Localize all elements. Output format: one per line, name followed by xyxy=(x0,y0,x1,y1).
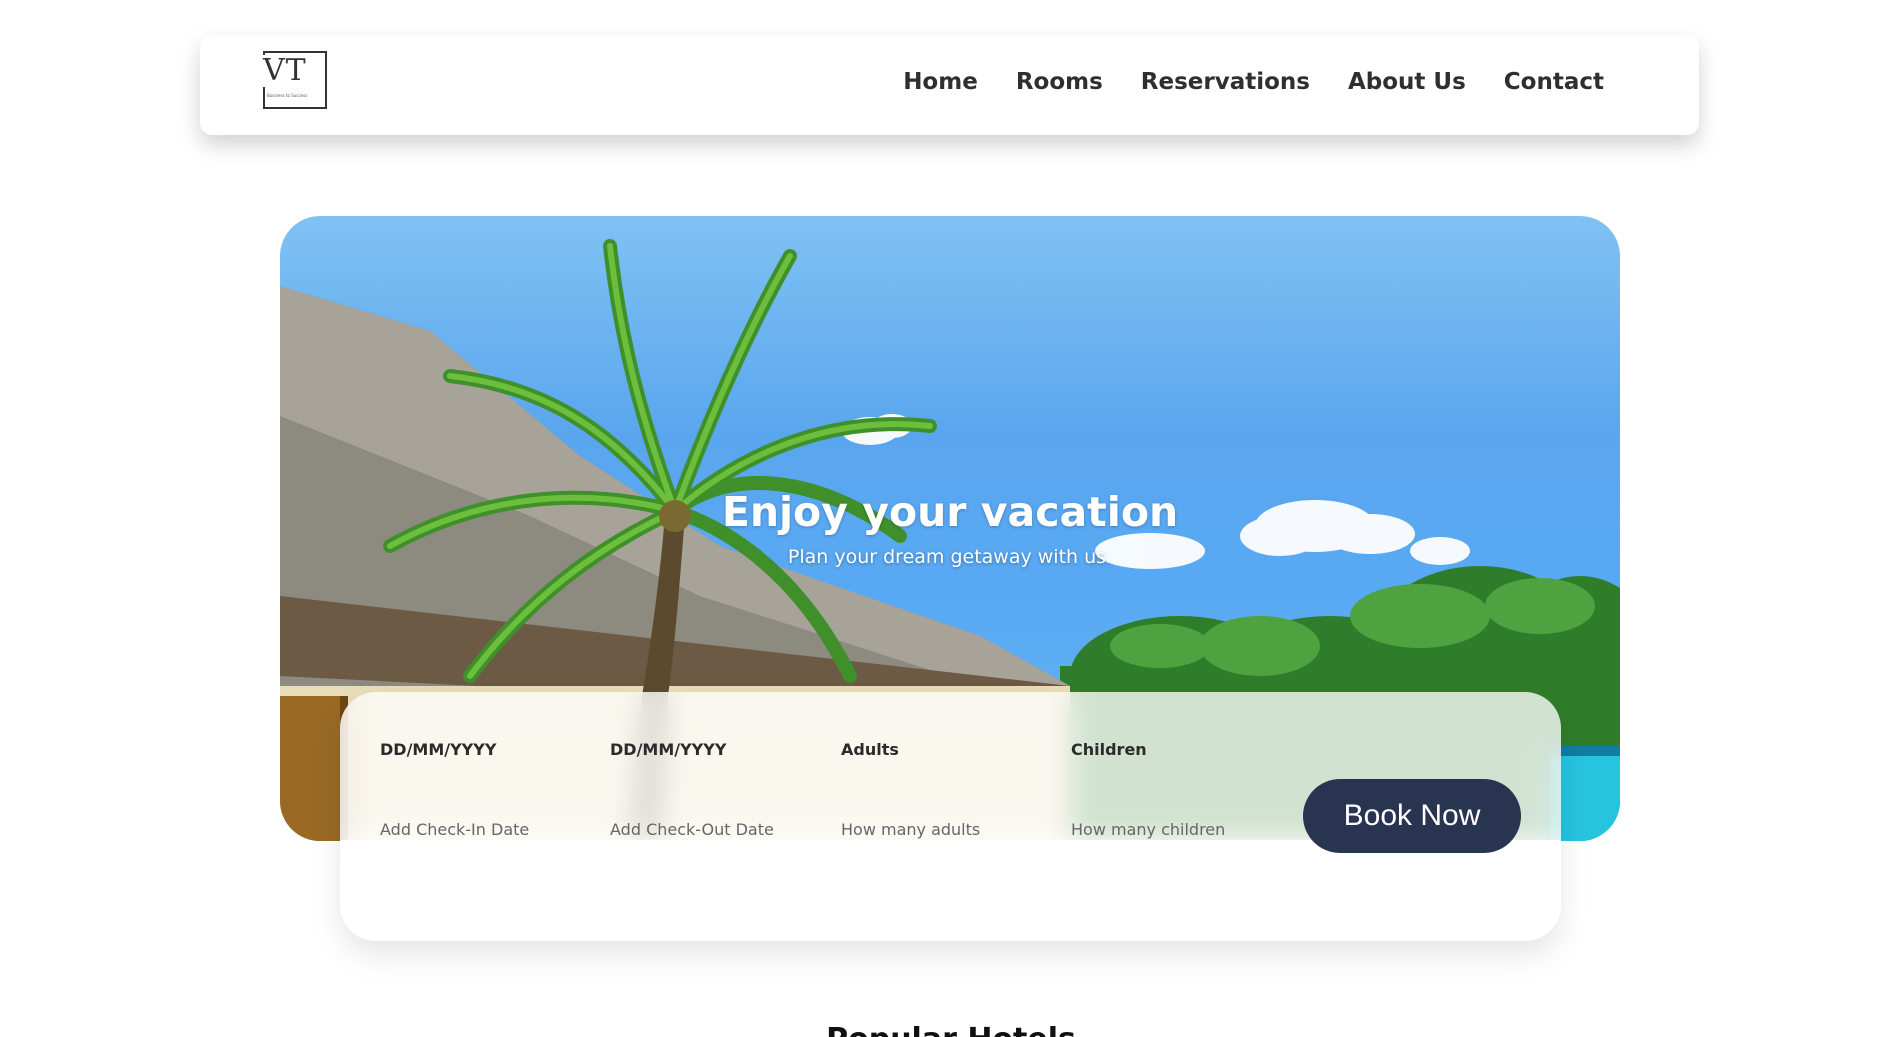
logo-tagline: Business to Success xyxy=(267,93,308,98)
nav-home-link[interactable]: Home xyxy=(903,69,978,95)
adults-field: Adults xyxy=(841,740,1061,839)
children-label: Children xyxy=(1071,740,1147,759)
adults-input[interactable] xyxy=(841,820,1041,839)
nav-reservations-link[interactable]: Reservations xyxy=(1141,69,1310,95)
main-nav: Home Rooms Reservations About Us Contact xyxy=(903,69,1604,95)
navbar: VT Business to Success Home Rooms Reserv… xyxy=(200,35,1699,135)
book-now-button[interactable]: Book Now xyxy=(1303,779,1521,853)
check-in-field: DD/MM/YYYY xyxy=(380,740,600,839)
hero-title: Enjoy your vacation xyxy=(721,488,1179,536)
logo-text: VT xyxy=(261,55,310,87)
check-in-label: DD/MM/YYYY xyxy=(380,740,497,759)
adults-label: Adults xyxy=(841,740,899,759)
children-field: Children xyxy=(1071,740,1291,839)
nav-rooms-link[interactable]: Rooms xyxy=(1016,69,1103,95)
site-logo[interactable]: VT Business to Success xyxy=(261,51,327,109)
children-input[interactable] xyxy=(1071,820,1271,839)
check-out-field: DD/MM/YYYY xyxy=(610,740,830,839)
booking-form: DD/MM/YYYY DD/MM/YYYY Adults Children Bo… xyxy=(340,692,1561,941)
page: VT Business to Success Home Rooms Reserv… xyxy=(0,0,1902,1037)
check-out-label: DD/MM/YYYY xyxy=(610,740,727,759)
nav-contact-link[interactable]: Contact xyxy=(1504,69,1604,95)
check-in-input[interactable] xyxy=(380,820,580,839)
hero-subtitle: Plan your dream getaway with us. xyxy=(787,546,1113,568)
booking-form-lower xyxy=(340,840,1561,941)
popular-hotels-title: Popular Hotels xyxy=(0,1022,1902,1037)
scrollbar[interactable] xyxy=(1898,0,1902,1037)
nav-about-link[interactable]: About Us xyxy=(1348,69,1466,95)
check-out-input[interactable] xyxy=(610,820,810,839)
